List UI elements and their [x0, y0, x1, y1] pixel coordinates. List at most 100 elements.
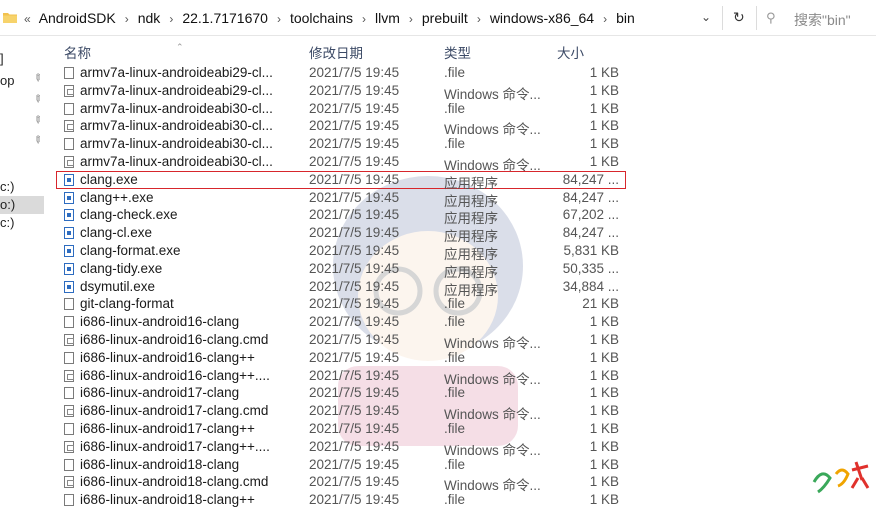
file-row[interactable]: clang-cl.exe 2021/7/5 19:45 应用程序 84,247 ... — [56, 224, 626, 244]
nav-item[interactable]: c:) — [0, 214, 44, 232]
column-date[interactable]: 修改日期 — [309, 42, 363, 62]
file-row[interactable]: armv7a-linux-androideabi30-cl... 2021/7/5… — [56, 153, 626, 173]
file-date: 2021/7/5 19:45 — [309, 100, 400, 116]
file-icon — [64, 298, 74, 311]
file-size: 1 KB — [589, 367, 619, 383]
file-size: 84,247 ... — [562, 189, 619, 205]
chevron-right-icon[interactable]: › — [603, 12, 607, 26]
file-row[interactable]: armv7a-linux-androideabi30-cl... 2021/7/5… — [56, 100, 626, 118]
file-row[interactable]: clang-format.exe 2021/7/5 19:45 应用程序 5,831 … — [56, 242, 626, 262]
nav-item[interactable]: ✎ — [0, 93, 44, 111]
file-name: armv7a-linux-androideabi29-cl... — [80, 82, 273, 98]
breadcrumb-item[interactable]: AndroidSDK — [39, 10, 116, 26]
file-type: .file — [444, 65, 466, 80]
command-script-icon — [64, 476, 74, 489]
column-type[interactable]: 类型 — [444, 42, 471, 62]
breadcrumb-item[interactable]: ndk — [138, 10, 161, 26]
file-size: 1 KB — [589, 456, 619, 472]
file-date: 2021/7/5 19:45 — [309, 403, 400, 419]
file-row[interactable]: i686-linux-android16-clang++ 2021/7/5 19:… — [56, 349, 626, 367]
file-type: .file — [444, 385, 466, 401]
pin-icon: ✎ — [30, 92, 45, 107]
file-size: 21 KB — [582, 296, 619, 312]
file-size: 1 KB — [589, 385, 619, 401]
file-icon — [64, 67, 74, 79]
file-size: 1 KB — [589, 82, 619, 98]
folder-icon — [3, 13, 17, 23]
nav-item[interactable]: ] — [0, 50, 44, 68]
chevron-right-icon[interactable]: › — [362, 12, 366, 26]
file-name: armv7a-linux-androideabi29-cl... — [80, 65, 273, 80]
file-size: 1 KB — [589, 314, 619, 330]
file-date: 2021/7/5 19:45 — [309, 349, 400, 365]
file-row[interactable]: dsymutil.exe 2021/7/5 19:45 应用程序 34,884 ... — [56, 278, 626, 298]
file-row[interactable]: i686-linux-android16-clang.cmd 2021/7/5 1… — [56, 331, 626, 351]
breadcrumb-item[interactable]: llvm — [375, 10, 400, 26]
file-name: clang.exe — [80, 171, 138, 187]
file-name: i686-linux-android18-clang.cmd — [80, 474, 269, 490]
file-row[interactable]: i686-linux-android18-clang 2021/7/5 19:45… — [56, 456, 626, 474]
nav-item[interactable]: ✎ — [0, 114, 44, 132]
chevron-right-icon[interactable]: › — [409, 12, 413, 26]
nav-item[interactable]: o:) — [0, 196, 44, 214]
file-date: 2021/7/5 19:45 — [309, 65, 400, 80]
file-size: 1 KB — [589, 100, 619, 116]
file-row[interactable]: i686-linux-android17-clang 2021/7/5 19:45… — [56, 384, 626, 402]
file-row[interactable]: i686-linux-android18-clang++ 2021/7/5 19:… — [56, 491, 626, 509]
file-row[interactable]: armv7a-linux-androideabi29-cl... 2021/7/5… — [56, 82, 626, 102]
application-icon — [64, 280, 74, 293]
breadcrumb-item[interactable]: toolchains — [290, 10, 353, 26]
chevron-down-icon[interactable]: ⌄ — [701, 10, 711, 24]
chevron-right-icon[interactable]: › — [125, 12, 129, 26]
nav-item[interactable]: ✎ — [0, 134, 44, 152]
breadcrumb-item[interactable]: prebuilt — [422, 10, 468, 26]
file-size: 1 KB — [589, 438, 619, 454]
pin-icon: ✎ — [30, 133, 45, 148]
file-row[interactable]: armv7a-linux-androideabi30-cl... 2021/7/5… — [56, 135, 626, 153]
nav-item[interactable]: c:) — [0, 178, 44, 196]
file-date: 2021/7/5 19:45 — [309, 296, 400, 312]
collapsed-path-icon[interactable]: « — [24, 12, 31, 26]
file-name: i686-linux-android17-clang++.... — [80, 438, 270, 454]
file-icon — [64, 316, 74, 329]
command-script-icon — [64, 334, 74, 346]
column-name[interactable]: 名称 — [64, 42, 91, 62]
chevron-right-icon[interactable]: › — [277, 12, 281, 26]
file-size: 1 KB — [589, 421, 619, 436]
search-input[interactable]: ⚲ 搜索"bin" — [760, 4, 876, 32]
file-type: .file — [444, 492, 466, 508]
file-name: armv7a-linux-androideabi30-cl... — [80, 136, 273, 152]
nav-item[interactable]: op ✎ — [0, 72, 44, 90]
file-icon — [64, 351, 74, 364]
file-row[interactable]: i686-linux-android16-clang 2021/7/5 19:45… — [56, 313, 626, 331]
breadcrumb-item[interactable]: bin — [616, 10, 635, 26]
file-row[interactable]: clang-check.exe 2021/7/5 19:45 应用程序 67,202 … — [56, 206, 626, 226]
file-size: 1 KB — [589, 136, 619, 152]
file-name: git-clang-format — [80, 296, 174, 312]
file-row[interactable]: armv7a-linux-androideabi30-cl... 2021/7/5… — [56, 117, 626, 137]
chevron-right-icon[interactable]: › — [169, 12, 173, 26]
chevron-right-icon[interactable]: › — [477, 12, 481, 26]
breadcrumb-item[interactable]: 22.1.7171670 — [182, 10, 268, 26]
file-row[interactable]: i686-linux-android17-clang.cmd 2021/7/5 1… — [56, 402, 626, 422]
file-icon — [64, 138, 74, 151]
file-row[interactable]: git-clang-format 2021/7/5 19:45 .file 21 KB — [56, 295, 626, 313]
file-row[interactable]: i686-linux-android16-clang++.... 2021/7/5… — [56, 367, 626, 387]
refresh-icon[interactable]: ↻ — [733, 9, 745, 26]
application-icon — [64, 227, 74, 240]
file-row[interactable]: clang-tidy.exe 2021/7/5 19:45 应用程序 50,335 .… — [56, 260, 626, 280]
file-size: 1 KB — [589, 492, 619, 508]
file-name: clang-cl.exe — [80, 225, 153, 241]
file-list: ⌃ 名称 修改日期 类型 大小 armv7a-linux-androideabi… — [48, 36, 876, 511]
file-row[interactable]: clang.exe 2021/7/5 19:45 应用程序 84,247 ... — [56, 170, 626, 191]
file-icon — [64, 423, 74, 435]
command-script-icon — [64, 405, 74, 418]
file-row[interactable]: clang++.exe 2021/7/5 19:45 应用程序 84,247 ... — [56, 189, 626, 209]
breadcrumb-item[interactable]: windows-x86_64 — [490, 10, 594, 26]
file-row[interactable]: i686-linux-android17-clang++ 2021/7/5 19:… — [56, 420, 626, 438]
file-row[interactable]: armv7a-linux-androideabi29-cl... 2021/7/5… — [56, 64, 626, 82]
file-name: i686-linux-android16-clang — [80, 314, 240, 330]
file-row[interactable]: i686-linux-android18-clang.cmd 2021/7/5 1… — [56, 473, 626, 493]
column-size[interactable]: 大小 — [557, 42, 584, 62]
file-row[interactable]: i686-linux-android17-clang++.... 2021/7/5… — [56, 438, 626, 458]
